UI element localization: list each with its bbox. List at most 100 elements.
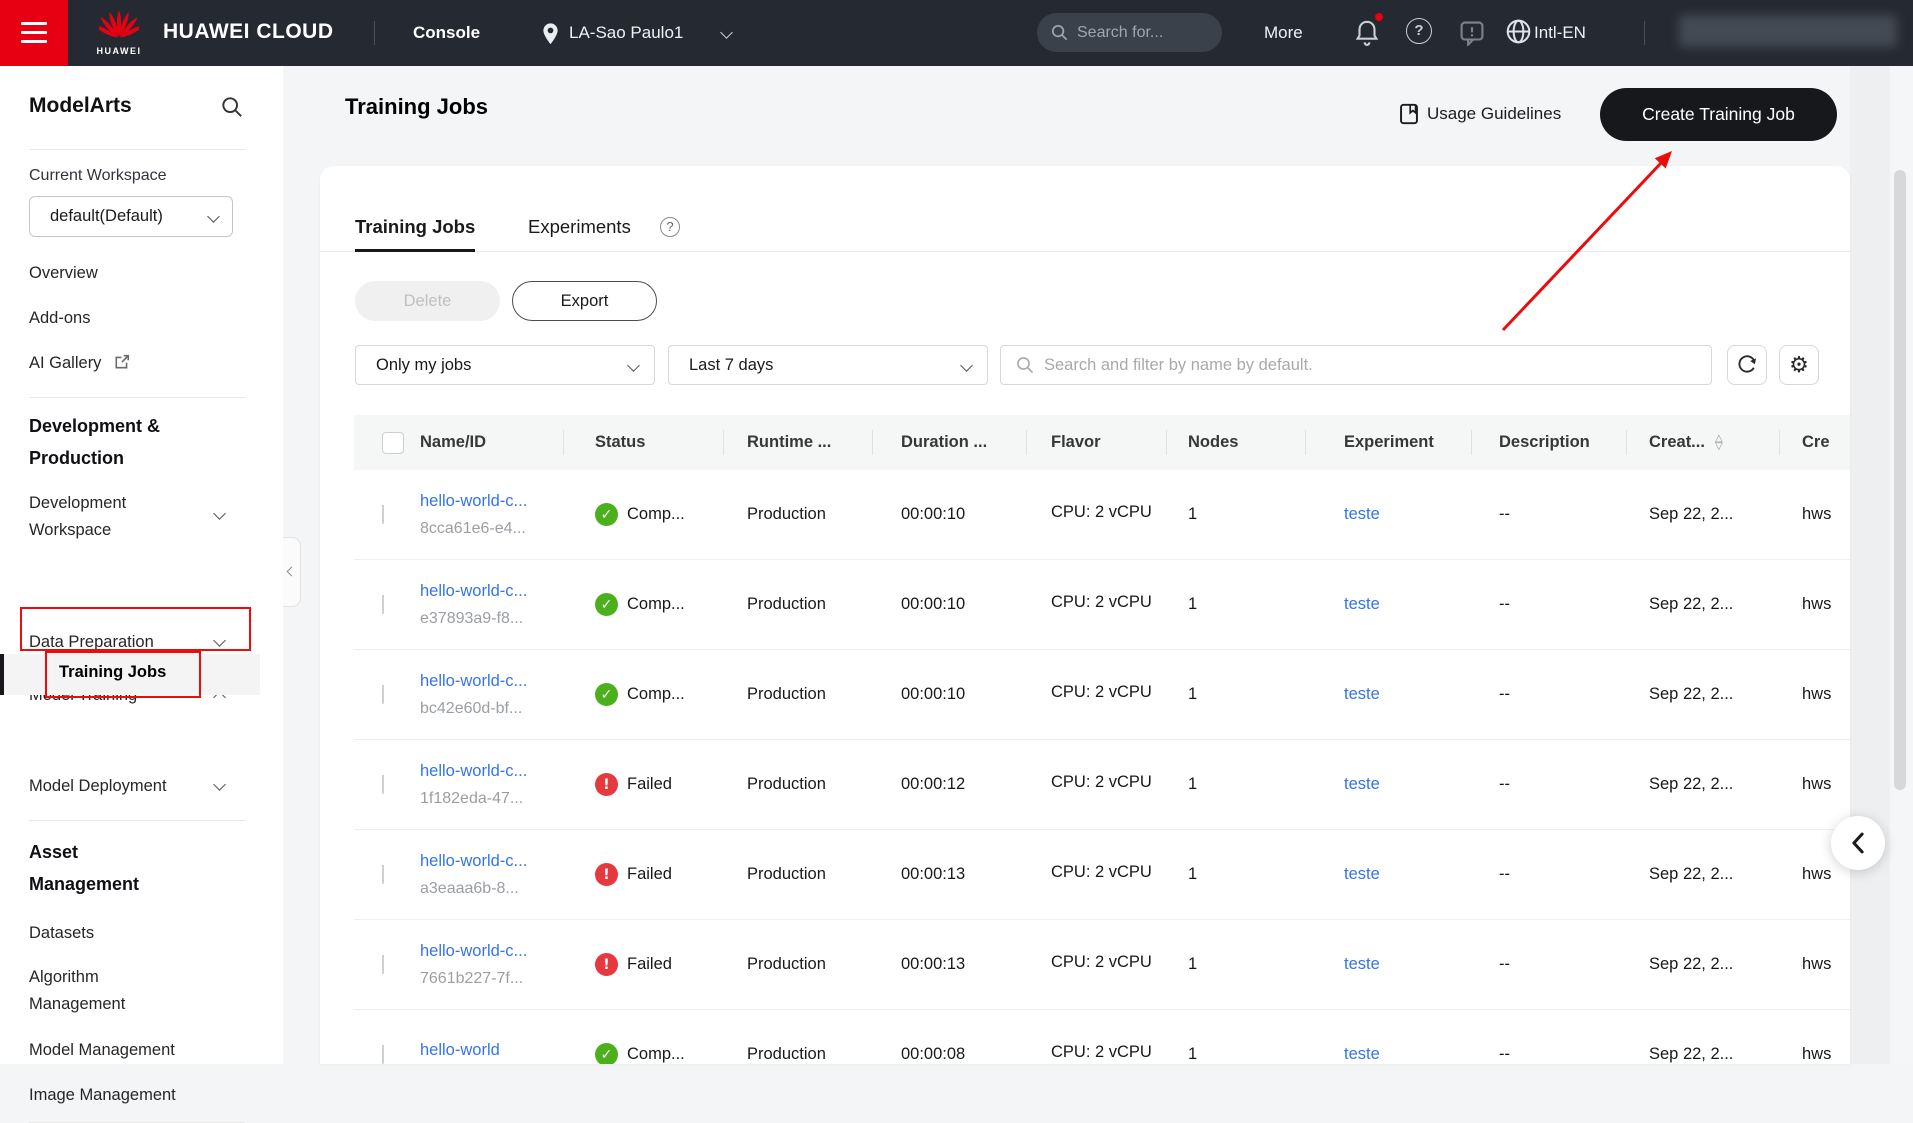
help-icon[interactable]: ? (1406, 18, 1432, 44)
huawei-logo-word: HUAWEI (96, 46, 142, 56)
job-name-link[interactable]: hello-world-c... (420, 672, 563, 691)
row-checkbox[interactable] (382, 775, 384, 794)
col-created-by[interactable]: Cre (1779, 415, 1850, 470)
experiment-link[interactable]: teste (1344, 1045, 1380, 1063)
feedback-icon[interactable] (1459, 20, 1485, 46)
console-link[interactable]: Console (413, 23, 480, 43)
sidebar-item-overview[interactable]: Overview (29, 262, 98, 284)
notifications-bell-icon[interactable] (1353, 18, 1381, 48)
hamburger-menu-button[interactable] (0, 0, 68, 66)
status-icon: ✓ (595, 1043, 618, 1064)
status-icon: ! (595, 953, 618, 976)
sidebar-item-addons[interactable]: Add-ons (29, 307, 90, 329)
row-checkbox[interactable] (382, 1045, 384, 1064)
sidebar-item-training-jobs[interactable]: Training Jobs (0, 654, 260, 695)
chevron-down-icon[interactable] (213, 778, 226, 791)
sidebar-item-image-management[interactable]: Image Management (29, 1084, 176, 1106)
workspace-select[interactable]: default(Default) (29, 196, 233, 237)
job-name-link[interactable]: hello-world-c... (420, 762, 563, 781)
tab-experiments[interactable]: Experiments (528, 216, 631, 238)
content-card: Training Jobs Experiments ? Delete Expor… (320, 166, 1850, 1064)
sidebar-item-model-deployment[interactable]: Model Deployment (29, 775, 167, 797)
tab-training-jobs[interactable]: Training Jobs (355, 216, 476, 252)
delete-button[interactable]: Delete (355, 281, 500, 321)
flavor-cell: CPU: 2 vCPU (1051, 682, 1152, 701)
row-checkbox[interactable] (382, 955, 384, 974)
col-description[interactable]: Description (1471, 415, 1626, 470)
row-checkbox[interactable] (382, 685, 384, 704)
job-name-link[interactable]: hello-world-c... (420, 492, 563, 511)
row-checkbox[interactable] (382, 505, 384, 524)
created-by-cell: hws (1802, 955, 1832, 973)
chevron-down-icon (207, 210, 220, 223)
chevron-down-icon[interactable] (213, 507, 226, 520)
duration-cell: 00:00:08 (901, 1045, 966, 1063)
usage-guidelines-link[interactable]: Usage Guidelines (1399, 103, 1561, 125)
chevron-down-icon[interactable] (213, 634, 226, 647)
col-created: Creat... △ ▽ (1626, 415, 1779, 470)
col-duration[interactable]: Duration ... (872, 415, 1026, 470)
experiments-help-icon[interactable]: ? (660, 217, 680, 237)
topbar-search[interactable]: Search for... (1037, 13, 1222, 52)
nodes-cell: 1 (1188, 1045, 1198, 1063)
flavor-cell: CPU: 2 vCPU (1051, 772, 1152, 791)
more-menu[interactable]: More (1264, 23, 1303, 43)
region-chevron-down-icon[interactable] (720, 26, 733, 39)
right-panel-expand-button[interactable] (1831, 816, 1885, 870)
created-cell: Sep 22, 2... (1649, 505, 1734, 523)
region-selector[interactable]: LA-Sao Paulo1 (569, 23, 683, 43)
duration-cell: 00:00:10 (901, 595, 966, 613)
create-training-job-button[interactable]: Create Training Job (1600, 88, 1837, 141)
page-scrollbar-thumb[interactable] (1894, 170, 1906, 790)
sidebar-collapse-handle[interactable] (283, 537, 301, 607)
job-id: 8cca61e6-e4... (420, 519, 526, 537)
experiment-link[interactable]: teste (1344, 865, 1380, 883)
sidebar-item-datasets[interactable]: Datasets (29, 922, 94, 944)
language-selector[interactable]: Intl-EN (1534, 23, 1586, 43)
job-name-link[interactable]: hello-world-c... (420, 942, 563, 961)
sidebar-item-data-preparation[interactable]: Data Preparation (29, 631, 154, 653)
sidebar-search-icon[interactable] (221, 96, 243, 118)
table-row: hello-world-c... a3eaaa6b-8... ! Failed … (354, 830, 1850, 920)
select-all-checkbox[interactable] (382, 431, 404, 454)
job-name-link[interactable]: hello-world (420, 1041, 563, 1060)
col-status[interactable]: Status (563, 415, 723, 470)
row-checkbox[interactable] (382, 865, 384, 884)
experiment-link[interactable]: teste (1344, 955, 1380, 973)
row-checkbox[interactable] (382, 595, 384, 614)
status-text: Comp... (627, 505, 685, 523)
section-asset-management: Asset Management (29, 842, 140, 894)
sidebar-item-model-management[interactable]: Model Management (29, 1039, 175, 1061)
col-flavor[interactable]: Flavor (1026, 415, 1166, 470)
time-range-select[interactable]: Last 7 days (668, 345, 988, 385)
runtime-cell: Production (747, 775, 826, 793)
description-cell: -- (1499, 775, 1510, 793)
experiment-link[interactable]: teste (1344, 775, 1380, 793)
experiment-link[interactable]: teste (1344, 685, 1380, 703)
experiment-link[interactable]: teste (1344, 505, 1380, 523)
hamburger-icon (21, 22, 47, 25)
globe-language-icon[interactable] (1505, 18, 1532, 45)
refresh-button[interactable] (1727, 345, 1767, 385)
job-scope-select[interactable]: Only my jobs (355, 345, 655, 385)
status-icon: ! (595, 773, 618, 796)
table-search-input[interactable]: Search and filter by name by default. (1000, 345, 1712, 385)
section-development-production: Development & Production (29, 416, 161, 468)
table-settings-button[interactable]: ⚙ (1779, 345, 1819, 385)
table-row: hello-world-c... 1f182eda-47... ! Failed… (354, 740, 1850, 830)
created-by-cell: hws (1802, 1045, 1832, 1063)
sidebar-item-ai-gallery[interactable]: AI Gallery (29, 352, 130, 374)
sidebar-item-development-workspace[interactable]: Development Workspace (29, 490, 179, 544)
job-name-link[interactable]: hello-world-c... (420, 582, 563, 601)
workspace-label: Current Workspace (29, 167, 167, 184)
col-name-id[interactable]: Name/ID (420, 415, 563, 470)
col-experiment[interactable]: Experiment (1305, 415, 1471, 470)
experiment-link[interactable]: teste (1344, 595, 1380, 613)
sort-icon[interactable]: △ ▽ (1715, 433, 1723, 451)
job-name-link[interactable]: hello-world-c... (420, 852, 563, 871)
divider (29, 149, 245, 150)
sidebar-item-algorithm-management[interactable]: Algorithm Management (29, 964, 169, 1018)
col-nodes[interactable]: Nodes (1166, 415, 1305, 470)
col-runtime[interactable]: Runtime ... (723, 415, 872, 470)
export-button[interactable]: Export (512, 281, 657, 321)
